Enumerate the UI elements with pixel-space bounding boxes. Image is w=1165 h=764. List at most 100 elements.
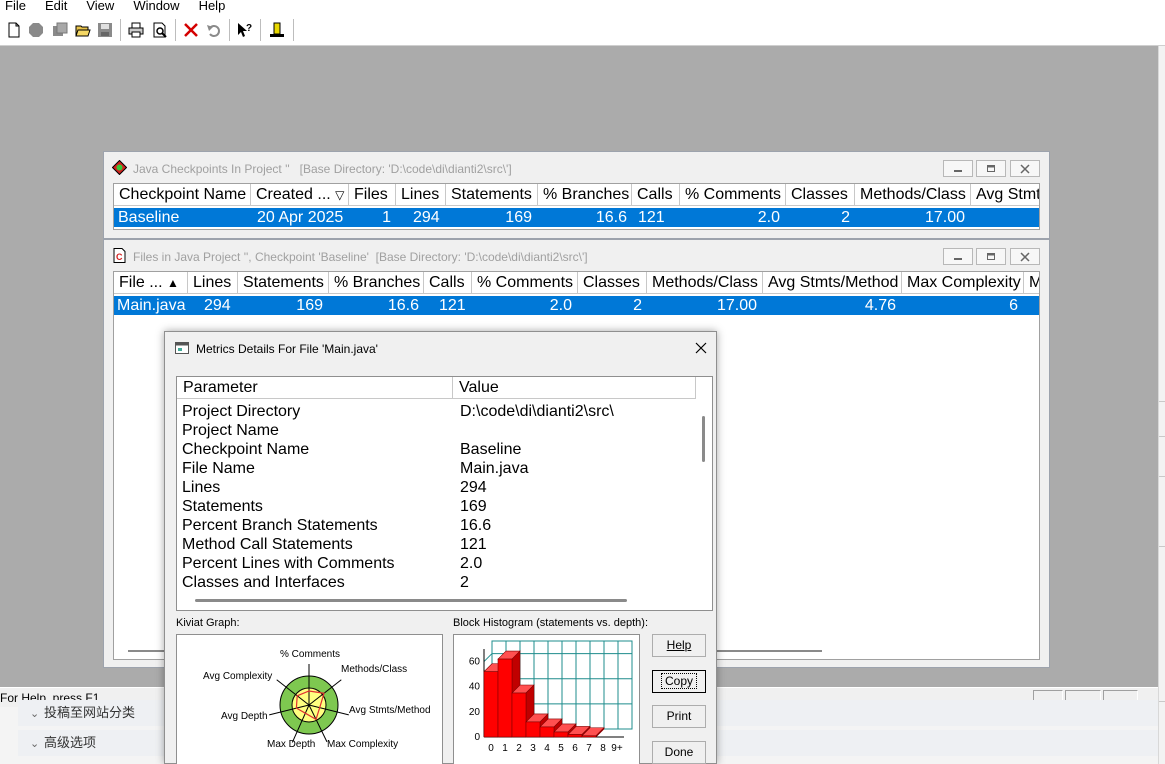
col-statements[interactable]: Statements bbox=[238, 272, 329, 294]
histogram-x-tick-label: 4 bbox=[544, 743, 550, 754]
menu-edit[interactable]: Edit bbox=[45, 0, 67, 12]
minimize-button[interactable] bbox=[943, 248, 973, 265]
kiviat-axis-label: Max Complexity bbox=[327, 739, 398, 750]
menu-file[interactable]: File bbox=[5, 0, 26, 12]
col-classes[interactable]: Classes bbox=[786, 184, 855, 206]
param-value: 121 bbox=[460, 536, 487, 553]
horizontal-scrollbar[interactable] bbox=[177, 590, 712, 610]
checkpoints-list[interactable]: Checkpoint Name Created ... ▽ Files Line… bbox=[113, 183, 1040, 230]
table-row[interactable]: Baseline 20 Apr 2025 1 294 169 16.6 121 … bbox=[114, 208, 1039, 227]
save-icon[interactable] bbox=[95, 20, 115, 40]
help-button[interactable]: Help bbox=[652, 634, 706, 657]
kiviat-axis-label: % Comments bbox=[280, 649, 340, 660]
context-help-icon[interactable]: ? bbox=[235, 20, 255, 40]
col-comments[interactable]: % Comments bbox=[680, 184, 786, 206]
files-window-title: Files in Java Project '', Checkpoint 'Ba… bbox=[133, 250, 369, 264]
scroll-thumb[interactable] bbox=[702, 416, 705, 462]
col-statements[interactable]: Statements bbox=[446, 184, 538, 206]
stack-icon[interactable] bbox=[50, 20, 70, 40]
open-folder-icon[interactable] bbox=[73, 20, 93, 40]
col-max-complexity[interactable]: Max Complexity bbox=[902, 272, 1024, 294]
histogram-y-tick-label: 60 bbox=[469, 657, 481, 668]
undo-icon[interactable] bbox=[204, 20, 224, 40]
menu-window[interactable]: Window bbox=[133, 0, 179, 12]
col-lines[interactable]: Lines bbox=[188, 272, 238, 294]
scroll-thumb[interactable] bbox=[195, 599, 627, 602]
col-files[interactable]: Files bbox=[349, 184, 396, 206]
col-lines[interactable]: Lines bbox=[396, 184, 446, 206]
print-icon[interactable] bbox=[126, 20, 146, 40]
col-methods-class[interactable]: Methods/Class bbox=[855, 184, 971, 206]
close-button[interactable] bbox=[1010, 248, 1040, 265]
histogram-svg: 02040600 1 2 3 4 5 6 7 8 9+ bbox=[469, 640, 633, 754]
col-created[interactable]: Created ... ▽ bbox=[251, 184, 349, 206]
toolbar: ? bbox=[0, 13, 1165, 46]
metrics-details-dialog[interactable]: Metrics Details For File 'Main.java' Par… bbox=[164, 331, 717, 764]
col-value[interactable]: Value bbox=[453, 377, 696, 399]
param-name: Percent Lines with Comments bbox=[182, 555, 395, 572]
restore-button[interactable] bbox=[976, 248, 1006, 265]
col-methods-class[interactable]: Methods/Class bbox=[647, 272, 763, 294]
param-name: Method Call Statements bbox=[182, 536, 353, 553]
histogram-x-tick-label: 3 bbox=[530, 743, 536, 754]
col-branches[interactable]: % Branches bbox=[538, 184, 632, 206]
kiviat-axis-label: Max Depth bbox=[267, 739, 315, 750]
histogram-bar bbox=[567, 734, 583, 738]
col-parameter[interactable]: Parameter bbox=[177, 377, 453, 399]
print-preview-icon[interactable] bbox=[150, 20, 170, 40]
close-icon bbox=[695, 342, 707, 354]
cell-branches: 16.6 bbox=[387, 297, 419, 314]
sort-descending-icon: ▽ bbox=[335, 188, 345, 202]
param-value: D:\code\di\dianti2\src\ bbox=[460, 403, 614, 420]
copy-button[interactable]: Copy bbox=[652, 670, 706, 693]
param-value: Baseline bbox=[460, 441, 522, 458]
col-calls[interactable]: Calls bbox=[424, 272, 472, 294]
checkpoints-window-titlebar[interactable]: Java Checkpoints In Project '' [Base Dir… bbox=[104, 152, 1049, 180]
files-window-titlebar[interactable]: C Files in Java Project '', Checkpoint '… bbox=[104, 240, 1049, 268]
dialog-titlebar[interactable]: Metrics Details For File 'Main.java' bbox=[165, 332, 716, 364]
menu-help[interactable]: Help bbox=[199, 0, 226, 12]
dialog-close-button[interactable] bbox=[689, 338, 713, 358]
col-calls[interactable]: Calls bbox=[632, 184, 680, 206]
minimize-button[interactable] bbox=[943, 160, 973, 177]
done-button[interactable]: Done bbox=[652, 741, 706, 764]
restore-button[interactable] bbox=[976, 160, 1006, 177]
close-button[interactable] bbox=[1010, 160, 1040, 177]
col-checkpoint-name[interactable]: Checkpoint Name bbox=[114, 184, 251, 206]
vertical-scrollbar[interactable] bbox=[696, 399, 712, 589]
histogram-bar bbox=[483, 671, 499, 738]
cell-calls: 121 bbox=[638, 209, 665, 226]
kiviat-axis-label: Avg Complexity bbox=[203, 671, 272, 682]
cell-max-complexity: 6 bbox=[1009, 297, 1018, 314]
menu-view[interactable]: View bbox=[86, 0, 114, 12]
col-comments[interactable]: % Comments bbox=[472, 272, 578, 294]
histogram-y-tick-label: 20 bbox=[469, 707, 481, 718]
col-file[interactable]: File ... ▲ bbox=[114, 272, 188, 294]
print-button[interactable]: Print bbox=[652, 705, 706, 728]
exit-icon[interactable] bbox=[267, 20, 287, 40]
restore-icon bbox=[987, 252, 995, 260]
param-name: File Name bbox=[182, 460, 255, 477]
checkpoints-window[interactable]: Java Checkpoints In Project '' [Base Dir… bbox=[103, 151, 1050, 239]
minimize-icon bbox=[954, 169, 962, 172]
col-m[interactable]: M bbox=[1024, 272, 1039, 294]
stop-icon[interactable] bbox=[26, 20, 46, 40]
dialog-title: Metrics Details For File 'Main.java' bbox=[196, 342, 378, 356]
param-name: Project Name bbox=[182, 422, 279, 439]
new-icon[interactable] bbox=[4, 20, 24, 40]
parameter-list[interactable]: Parameter Value Project Directory D:\code… bbox=[176, 376, 713, 611]
chevron-down-icon: ⌄ bbox=[30, 738, 40, 750]
col-avg-stmts-method[interactable]: Avg Stmts/Method bbox=[763, 272, 902, 294]
web-section-label: 高级选项 bbox=[44, 735, 97, 750]
kiviat-axis-label: Methods/Class bbox=[341, 664, 407, 675]
table-row[interactable]: Main.java 294 169 16.6 121 2.0 2 17.00 4… bbox=[114, 296, 1039, 315]
kiviat-label: Kiviat Graph: bbox=[176, 617, 240, 629]
param-value: 2.0 bbox=[460, 555, 483, 572]
param-value: 16.6 bbox=[460, 517, 492, 534]
col-classes[interactable]: Classes bbox=[578, 272, 647, 294]
col-branches[interactable]: % Branches bbox=[329, 272, 424, 294]
block-histogram: 0 20 40 60 0 1 2 3 4 5 6 7 8 9+ bbox=[453, 634, 640, 764]
delete-icon[interactable] bbox=[181, 20, 201, 40]
dialog-window-icon bbox=[175, 342, 189, 354]
col-avg-stmts[interactable]: Avg Stmts bbox=[971, 184, 1039, 206]
